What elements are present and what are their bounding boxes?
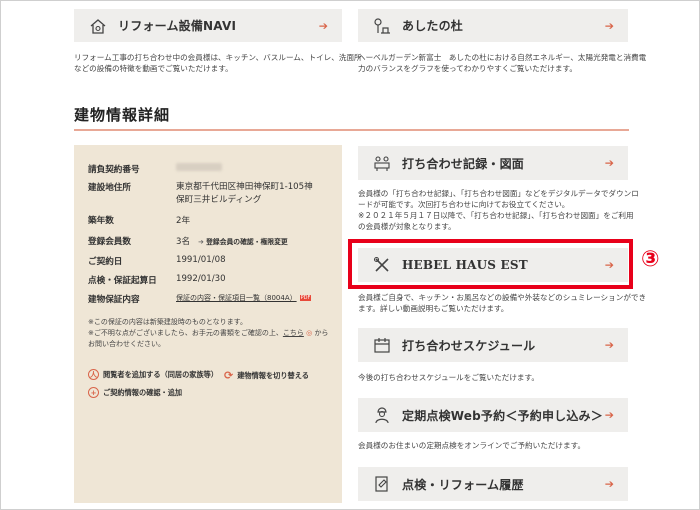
annotation-badge: ③ [641, 247, 660, 272]
meeting-schedule-desc: 今後の打ち合わせスケジュールをご覧いただけます。 [358, 373, 539, 382]
reform-navi-label: リフォーム設備NAVI [118, 19, 237, 33]
meeting-icon [372, 153, 392, 173]
meeting-schedule-label: 打ち合わせスケジュール [402, 338, 536, 353]
warranty-note: ※この保証の内容は新築建設時のものとなります。 ※ご不明な点がございましたら、お… [88, 318, 329, 348]
inspection-history-label: 点検・リフォーム履歴 [402, 477, 524, 492]
person-icon: 人 [88, 369, 99, 380]
annotation-highlight-box [348, 239, 633, 289]
section-title: 建物情報詳細 [74, 106, 171, 124]
contact-link[interactable]: こちら [283, 329, 304, 337]
meeting-record-desc: 会員様の「打ち合わせ記録」、「打ち合わせ図面」などをデジタルデータでダウンロ ー… [358, 189, 639, 231]
meeting-record-label: 打ち合わせ記録・図面 [402, 156, 525, 171]
inspection-booking-card[interactable]: 定期点検Web予約＜予約申し込み＞ ➔ [358, 398, 628, 432]
pdf-icon: PDF [299, 294, 312, 301]
calendar-icon [372, 335, 392, 355]
meeting-schedule-card[interactable]: 打ち合わせスケジュール ➔ [358, 328, 628, 362]
ashita-desc: ヘーベルガーデン新富士 あしたの杜における自然エネルギー、太陽光発電と消費電 力の… [358, 53, 647, 73]
refresh-icon: ⟳ [224, 369, 234, 382]
inspection-booking-label: 定期点検Web予約＜予約申し込み＞ [402, 408, 603, 423]
warranty-link[interactable]: 保証の内容・保証項目一覧（8004A） [176, 294, 297, 302]
tree-house-icon [372, 16, 392, 36]
inspection-history-card[interactable]: 点検・リフォーム履歴 ➔ [358, 467, 628, 501]
inspection-booking-desc: 会員様のお住まいの定期点検をオンラインでご予約いただけます。 [358, 441, 586, 450]
ashita-card[interactable]: あしたの杜 ➔ [358, 9, 628, 42]
redacted-value [176, 163, 222, 171]
add-viewer-button[interactable]: 人閲覧者を追加する（同居の家族等） [88, 369, 218, 380]
arrow-right-icon: ➔ [604, 477, 614, 491]
document-edit-icon [372, 474, 392, 494]
worker-icon [372, 405, 392, 425]
arrow-right-icon: ➔ [318, 19, 328, 32]
reform-navi-desc: リフォーム工事の打ち合わせ中の会員様は、キッチン、バスルーム、トイレ、洗面所 など… [74, 53, 362, 73]
house-gear-icon [88, 16, 108, 36]
meeting-record-card[interactable]: 打ち合わせ記録・図面 ➔ [358, 146, 628, 180]
plus-circle-icon: + [88, 387, 99, 398]
arrow-right-icon: ➔ [604, 19, 614, 32]
section-divider [74, 129, 629, 131]
arrow-right-icon: ➔ [604, 156, 614, 170]
hebel-haus-est-desc: 会員様ご自身で、キッチン・お風呂などの設備や外装などのシュミレーションができ ま… [358, 293, 647, 313]
ashita-label: あしたの杜 [402, 19, 464, 33]
contract-info-button[interactable]: + ご契約情報の確認・追加 [88, 387, 182, 398]
building-info-panel: 請負契約番号 建設地住所 東京都千代田区神田神保町1-105神 保町三井ビルディン… [74, 145, 342, 503]
reform-navi-card[interactable]: リフォーム設備NAVI ➔ [74, 9, 342, 42]
arrow-right-icon: ➔ [604, 408, 614, 422]
switch-building-button[interactable]: ⟳ 建物情報を切り替える [224, 369, 309, 382]
member-settings-link[interactable]: ➔ 登録会員の確認・権限変更 [198, 238, 288, 246]
arrow-right-icon: ➔ [604, 338, 614, 352]
